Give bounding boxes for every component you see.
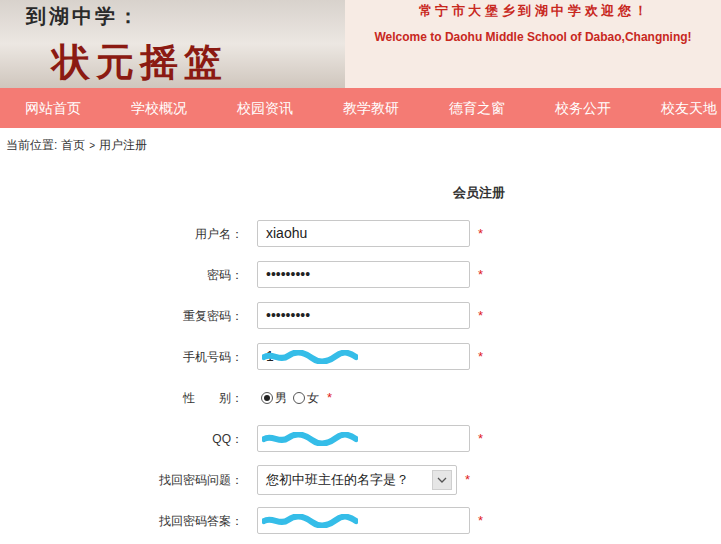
required-mark: * xyxy=(478,347,483,367)
question-select[interactable]: 您初中班主任的名字是？ xyxy=(257,465,457,495)
breadcrumb-item[interactable]: 首页 xyxy=(61,136,85,154)
required-mark: * xyxy=(327,388,332,408)
text-input[interactable]: xiaohu xyxy=(257,220,470,247)
form-row: 手机号码： 1 * xyxy=(0,336,721,377)
page: 到湖中学： 状元摇篮 常 宁 市 大 堡 乡 到 湖 中 学 欢 迎 您 ！ Welc… xyxy=(0,0,721,544)
text-input[interactable] xyxy=(257,425,470,452)
required-mark: * xyxy=(478,224,483,244)
nav-item[interactable]: 德育之窗 xyxy=(424,88,530,128)
text-input[interactable]: ••••••••• xyxy=(257,302,470,329)
header: 到湖中学： 状元摇篮 常 宁 市 大 堡 乡 到 湖 中 学 欢 迎 您 ！ Welc… xyxy=(0,0,721,88)
form-row: 找回密码问题： 您初中班主任的名字是？ * xyxy=(0,459,721,500)
nav-item[interactable]: 学校概况 xyxy=(106,88,212,128)
breadcrumb: 当前位置:首页>用户注册 xyxy=(0,128,721,162)
banner-motto: 状元摇篮 xyxy=(26,40,319,84)
nav-item[interactable]: 教学教研 xyxy=(318,88,424,128)
radio-icon[interactable] xyxy=(293,392,305,404)
field-label: 找回密码答案： xyxy=(0,512,243,530)
radio-icon[interactable] xyxy=(261,392,273,404)
form-row: 密码： ••••••••• * xyxy=(0,254,721,295)
form-row: 性 别： 男女 * xyxy=(0,377,721,418)
banner: 到湖中学： 状元摇篮 xyxy=(0,0,345,88)
required-mark: * xyxy=(478,306,483,326)
form-row: 用户名： xiaohu * xyxy=(0,213,721,254)
redaction-mark-icon xyxy=(262,350,358,364)
form-row: 重复密码： ••••••••• * xyxy=(0,295,721,336)
required-mark: * xyxy=(478,429,483,449)
field-label: 重复密码： xyxy=(0,307,243,325)
redaction-mark-icon xyxy=(262,432,358,446)
required-mark: * xyxy=(478,265,483,285)
welcome-panel: 常 宁 市 大 堡 乡 到 湖 中 学 欢 迎 您 ！ Welcome to Da… xyxy=(345,0,721,88)
register-form: 用户名：xiaohu*密码：•••••••••*重复密码：•••••••••*手… xyxy=(0,213,721,541)
field-label: 手机号码： xyxy=(0,348,243,366)
nav-item[interactable]: 网站首页 xyxy=(0,88,106,128)
required-mark: * xyxy=(465,470,470,490)
redaction-mark-icon xyxy=(262,514,358,528)
radio-option[interactable]: 女 xyxy=(289,389,319,407)
dropdown-arrow-icon[interactable] xyxy=(432,470,452,490)
radio-group: 男女 xyxy=(257,389,319,407)
field-label: QQ： xyxy=(0,430,243,448)
field-label: 密码： xyxy=(0,266,243,284)
nav-bar: 网站首页学校概况校园资讯教学教研德育之窗校务公开校友天地 xyxy=(0,88,721,128)
nav-item[interactable]: 校务公开 xyxy=(530,88,636,128)
text-input[interactable]: ••••••••• xyxy=(257,261,470,288)
field-label: 用户名： xyxy=(0,225,243,243)
field-label: 性 别： xyxy=(0,389,243,407)
welcome-en: Welcome to Daohu Middle School of Dabao,… xyxy=(374,28,691,46)
breadcrumb-item: 用户注册 xyxy=(99,136,147,154)
text-input[interactable] xyxy=(257,507,470,534)
banner-school: 到湖中学： xyxy=(26,4,319,28)
form-title: 会员注册 xyxy=(0,180,721,206)
text-input[interactable]: 1 xyxy=(257,343,470,370)
welcome-cn: 常 宁 市 大 堡 乡 到 湖 中 学 欢 迎 您 ！ xyxy=(419,2,648,20)
form-row: QQ： * xyxy=(0,418,721,459)
nav-item[interactable]: 校园资讯 xyxy=(212,88,318,128)
field-label: 找回密码问题： xyxy=(0,471,243,489)
radio-option[interactable]: 男 xyxy=(257,389,287,407)
nav-item[interactable]: 校友天地 xyxy=(636,88,721,128)
required-mark: * xyxy=(478,511,483,531)
form-row: 找回密码答案： * xyxy=(0,500,721,541)
